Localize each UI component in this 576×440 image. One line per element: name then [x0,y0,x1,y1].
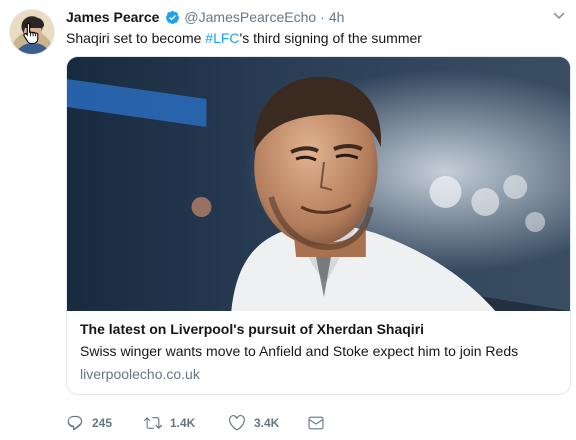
like-button[interactable]: 3.4K [228,414,307,432]
verified-badge-icon [166,10,180,24]
heart-icon [229,415,245,431]
player-photo [67,57,570,311]
card-title: The latest on Liverpool's pursuit of Xhe… [80,321,425,337]
tweet-actions: 245 1.4K 3.4K [66,413,325,433]
retweet-count: 1.4K [170,416,196,430]
retweet-icon [144,417,162,429]
hand-pointer-cursor-icon [23,22,39,44]
reply-icon [67,415,83,431]
tweet-text-end: 's third signing of the summer [239,30,422,46]
card-body: The latest on Liverpool's pursuit of Xhe… [67,311,570,383]
direct-message-button[interactable] [307,414,325,432]
card-image[interactable] [67,57,570,311]
avatar-shirt [14,43,52,54]
author-name[interactable]: James Pearce [66,9,159,25]
card-domain: liverpoolecho.co.uk [80,366,200,382]
retweet-button[interactable]: 1.4K [144,414,228,432]
reply-count: 245 [92,416,113,430]
link-preview-card[interactable]: The latest on Liverpool's pursuit of Xhe… [66,56,571,395]
hashtag-link[interactable]: #LFC [205,30,239,46]
like-count: 3.4K [254,416,280,430]
tweet-text: Shaqiri set to become #LFC's third signi… [66,29,422,47]
tweet-header: James Pearce @JamesPearceEcho · 4h [66,9,344,25]
author-handle[interactable]: @JamesPearceEcho [184,9,316,25]
card-description: Swiss winger wants move to Anfield and S… [80,343,519,359]
chevron-down-icon[interactable] [553,10,565,22]
separator-dot: · [320,9,325,25]
envelope-icon [308,416,324,430]
tweet-timestamp[interactable]: 4h [329,9,345,25]
tweet-text-start: Shaqiri set to become [66,30,206,46]
reply-button[interactable]: 245 [66,414,144,432]
